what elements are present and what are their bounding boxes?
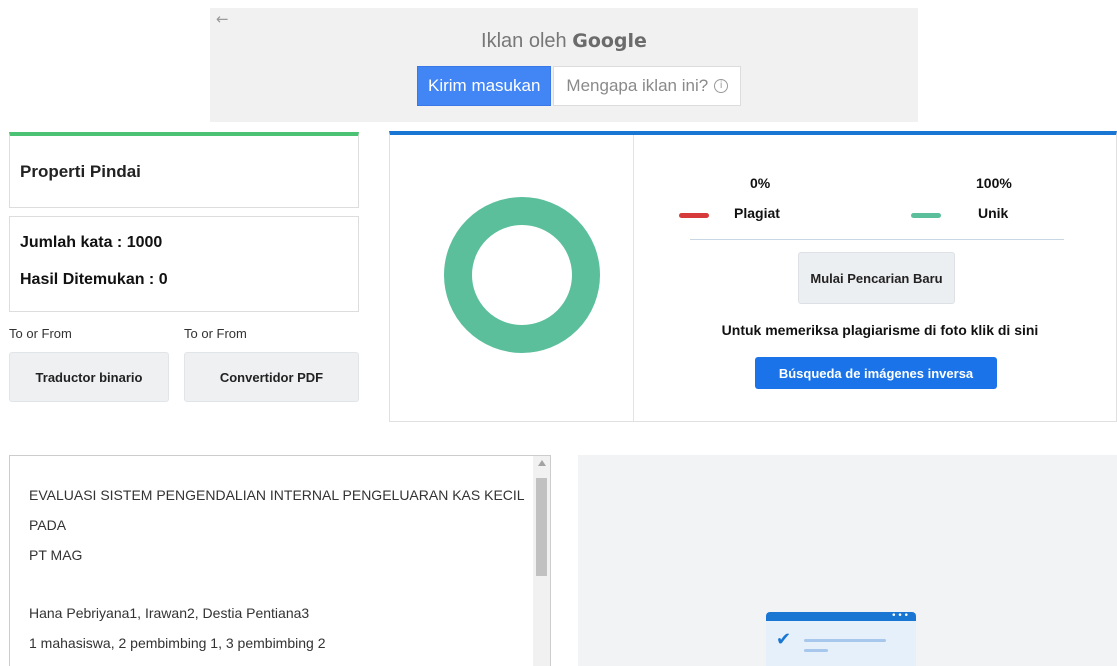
document-line: EVALUASI SISTEM PENGENDALIAN INTERNAL PE… bbox=[29, 487, 525, 533]
word-count: Jumlah kata : 1000 bbox=[20, 234, 162, 252]
new-search-button[interactable]: Mulai Pencarian Baru bbox=[798, 252, 955, 304]
ad-buttons: Kirim masukan Mengapa iklan ini? i bbox=[417, 66, 742, 106]
plagiarism-percent: 0% bbox=[750, 175, 771, 191]
tool-caption-right: To or From bbox=[184, 326, 247, 341]
window-dots-icon: ••• bbox=[891, 612, 910, 621]
reverse-image-search-button[interactable]: Búsqueda de imágenes inversa bbox=[755, 357, 997, 389]
results-found-label: Hasil Ditemukan : bbox=[20, 271, 159, 288]
ad-title-prefix: Iklan oleh bbox=[481, 30, 567, 52]
scan-stats-card: Jumlah kata : 1000 Hasil Ditemukan : 0 bbox=[9, 216, 359, 312]
placeholder-line bbox=[804, 649, 828, 652]
unique-legend-swatch bbox=[911, 213, 941, 218]
result-divider bbox=[633, 135, 634, 422]
result-panel: 0% 100% Plagiat Unik Mulai Pencarian Bar… bbox=[389, 131, 1117, 422]
send-feedback-button[interactable]: Kirim masukan bbox=[417, 66, 552, 106]
page: ← Iklan oleh Google Kirim masukan Mengap… bbox=[0, 0, 1117, 666]
checkmark-icon: ✔ bbox=[776, 629, 792, 650]
why-this-ad-button[interactable]: Mengapa iklan ini? i bbox=[553, 66, 742, 106]
why-this-ad-label: Mengapa iklan ini? bbox=[566, 76, 709, 95]
illustration-panel: ••• ✔ bbox=[578, 455, 1117, 666]
donut-unique-segment bbox=[444, 197, 600, 353]
ad-title: Iklan oleh Google bbox=[210, 30, 918, 53]
arrow-left-icon[interactable]: ← bbox=[216, 10, 229, 28]
scan-properties-card: Properti Pindai bbox=[9, 132, 359, 208]
scrollbar-thumb[interactable] bbox=[536, 478, 547, 576]
document-line: PT MAG bbox=[29, 547, 83, 563]
tool-caption-left: To or From bbox=[9, 326, 72, 341]
document-line: Hana Pebriyana1, Irawan2, Destia Pentian… bbox=[29, 605, 310, 621]
scroll-up-arrow-icon[interactable] bbox=[538, 460, 546, 466]
browser-window-illustration: ••• ✔ bbox=[766, 612, 916, 666]
unique-label: Unik bbox=[978, 205, 1009, 221]
document-textarea[interactable]: EVALUASI SISTEM PENGENDALIAN INTERNAL PE… bbox=[9, 455, 551, 666]
unique-percent: 100% bbox=[976, 175, 1012, 191]
browser-header-bar: ••• bbox=[766, 612, 916, 621]
textarea-scrollbar[interactable] bbox=[533, 456, 550, 666]
plagiarism-label: Plagiat bbox=[734, 205, 780, 221]
document-line: 1 mahasiswa, 2 pembimbing 1, 3 pembimbin… bbox=[29, 635, 326, 651]
ad-banner: ← Iklan oleh Google Kirim masukan Mengap… bbox=[210, 8, 918, 122]
pdf-converter-button[interactable]: Convertidor PDF bbox=[184, 352, 359, 402]
photo-check-note[interactable]: Untuk memeriksa plagiarisme di foto klik… bbox=[690, 322, 1070, 338]
word-count-value: 1000 bbox=[126, 234, 163, 251]
info-circle-icon: i bbox=[714, 79, 729, 93]
plagiarism-legend-swatch bbox=[679, 213, 709, 218]
stats-separator bbox=[690, 239, 1064, 240]
results-found: Hasil Ditemukan : 0 bbox=[20, 271, 168, 289]
document-text: EVALUASI SISTEM PENGENDALIAN INTERNAL PE… bbox=[29, 480, 527, 658]
result-donut-chart bbox=[444, 197, 600, 353]
binary-translator-button[interactable]: Traductor binario bbox=[9, 352, 169, 402]
results-found-value: 0 bbox=[158, 271, 168, 288]
scan-properties-title: Properti Pindai bbox=[20, 162, 141, 181]
placeholder-line bbox=[804, 639, 886, 642]
ad-title-brand: Google bbox=[572, 30, 647, 52]
word-count-label: Jumlah kata : bbox=[20, 234, 127, 251]
